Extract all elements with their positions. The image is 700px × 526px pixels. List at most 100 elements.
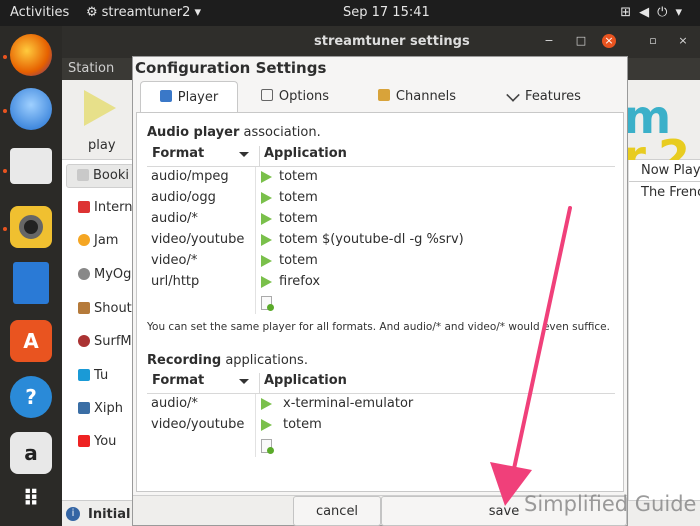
table-row[interactable]: video/youtube totem $(youtube-dl -g %srv) [147, 230, 615, 251]
tunein-icon [78, 369, 90, 381]
menu-station[interactable]: Station [68, 61, 114, 76]
application-cell[interactable]: firefox [279, 274, 320, 289]
table-row[interactable]: video/* totem [147, 251, 615, 272]
app-menu[interactable]: ⚙ streamtuner2 ▾ [86, 5, 201, 20]
amazon-icon[interactable]: a [10, 432, 52, 474]
tab-player[interactable]: Player [140, 81, 238, 113]
column-header-format[interactable]: Format [152, 146, 204, 161]
activities-button[interactable]: Activities [10, 5, 69, 20]
radio-icon [78, 201, 90, 213]
table-row[interactable]: video/youtube totem [147, 415, 615, 436]
add-row-icon[interactable] [261, 439, 274, 454]
sidebar-item-myoggradio[interactable]: MyOgg [62, 267, 134, 291]
add-row[interactable] [147, 293, 615, 314]
sidebar-item-shoutcast[interactable]: Shoutca [62, 301, 134, 325]
sidebar-item-xiph[interactable]: Xiph [62, 401, 134, 425]
app-menu-icon: ⚙ [86, 5, 98, 20]
format-cell[interactable]: audio/* [151, 211, 198, 226]
application-cell[interactable]: totem [279, 190, 318, 205]
network-icon: ⊞ [620, 5, 640, 20]
close-icon[interactable]: × [676, 34, 690, 48]
close-icon[interactable]: × [602, 34, 616, 48]
application-cell[interactable]: totem [283, 417, 322, 432]
play-button-label[interactable]: play [88, 138, 116, 153]
radio-icon [377, 89, 390, 101]
files-icon[interactable] [10, 148, 52, 184]
channel-sidebar: Booki Interne Jam MyOgg Shoutca SurfM Tu… [62, 160, 134, 500]
power-icon: ⏻ [657, 5, 676, 20]
add-row[interactable] [147, 436, 615, 457]
play-icon [261, 171, 272, 183]
add-row-icon[interactable] [261, 296, 274, 311]
restore-icon[interactable]: ▫ [646, 34, 660, 48]
maximize-icon[interactable]: □ [574, 34, 588, 48]
chevron-down-icon[interactable] [239, 379, 249, 384]
top-bar: Activities ⚙ streamtuner2 ▾ Sep 17 15:41 … [0, 0, 700, 26]
writer-icon[interactable] [13, 262, 49, 304]
app-menu-label: streamtuner2 [101, 5, 191, 20]
format-cell[interactable]: audio/mpeg [151, 169, 229, 184]
play-icon[interactable] [84, 90, 116, 126]
audio-player-table: Format Application audio/mpeg totem audio… [147, 143, 615, 314]
play-icon [261, 192, 272, 204]
sidebar-item-surfmusic[interactable]: SurfM [62, 334, 134, 358]
sidebar-item-internet-radio[interactable]: Interne [62, 200, 134, 224]
format-cell[interactable]: video/youtube [151, 417, 244, 432]
sidebar-item-youtube[interactable]: You [62, 434, 134, 458]
table-row[interactable]: audio/* totem [147, 209, 615, 230]
chevron-down-icon: ▾ [675, 5, 690, 20]
application-cell[interactable]: totem [279, 211, 318, 226]
format-cell[interactable]: url/http [151, 274, 199, 289]
rhythmbox-icon[interactable] [10, 206, 52, 248]
chevron-down-icon[interactable] [239, 152, 249, 157]
application-cell[interactable]: totem $(youtube-dl -g %srv) [279, 232, 464, 247]
table-header: Format Application [147, 143, 615, 167]
sidebar-item-jamendo[interactable]: Jam [62, 233, 134, 257]
format-cell[interactable]: video/* [151, 253, 197, 268]
play-icon [261, 276, 272, 288]
application-cell[interactable]: totem [279, 169, 318, 184]
window-titlebar[interactable]: streamtuner settings − □ × ▫ × [62, 26, 700, 58]
running-indicator [3, 109, 7, 113]
column-header-application[interactable]: Application [259, 146, 347, 167]
sidebar-item-bookmarks[interactable]: Booki [66, 164, 134, 188]
tab-channels[interactable]: Channels [352, 81, 482, 113]
help-icon[interactable]: ? [10, 376, 52, 418]
dialog-title: Configuration Settings [135, 59, 327, 77]
tab-options[interactable]: Options [240, 81, 350, 113]
table-row[interactable]: audio/mpeg totem [147, 167, 615, 188]
chevron-down-icon: ▾ [194, 5, 202, 20]
play-icon [261, 213, 272, 225]
application-cell[interactable]: totem [279, 253, 318, 268]
column-header-format[interactable]: Format [152, 373, 204, 388]
firefox-icon[interactable] [10, 34, 52, 76]
sidebar-item-tunein[interactable]: Tu [62, 368, 134, 392]
thunderbird-icon[interactable] [10, 88, 52, 130]
minimize-icon[interactable]: − [542, 34, 556, 48]
running-indicator [3, 169, 7, 173]
table-row[interactable]: audio/ogg totem [147, 188, 615, 209]
table-header: Format Application [147, 370, 615, 394]
table-cell[interactable]: The Frencl [641, 185, 700, 200]
format-cell[interactable]: video/youtube [151, 232, 244, 247]
tab-features[interactable]: Features [484, 81, 604, 113]
column-header-application[interactable]: Application [259, 373, 347, 394]
jamendo-icon [78, 234, 90, 246]
column-header-now-playing[interactable]: Now Playi [629, 160, 700, 182]
clock[interactable]: Sep 17 15:41 [343, 5, 430, 20]
info-icon: i [66, 507, 80, 521]
myoggradio-icon [78, 268, 90, 280]
software-center-icon[interactable]: A [10, 320, 52, 362]
table-row[interactable]: audio/* x-terminal-emulator [147, 394, 615, 415]
system-tray[interactable]: ⊞◀⏻▾ [620, 5, 690, 20]
application-cell[interactable]: x-terminal-emulator [283, 396, 413, 411]
format-cell[interactable]: audio/ogg [151, 190, 216, 205]
watermark: Simplified Guide [524, 492, 697, 516]
recording-table: Format Application audio/* x-terminal-emu… [147, 370, 615, 457]
cancel-button[interactable]: cancel [293, 496, 381, 526]
plugin-icon [506, 88, 520, 102]
running-indicator [3, 55, 7, 59]
format-cell[interactable]: audio/* [151, 396, 198, 411]
app-grid-icon[interactable]: ⠿ [10, 478, 52, 520]
table-row[interactable]: url/http firefox [147, 272, 615, 293]
